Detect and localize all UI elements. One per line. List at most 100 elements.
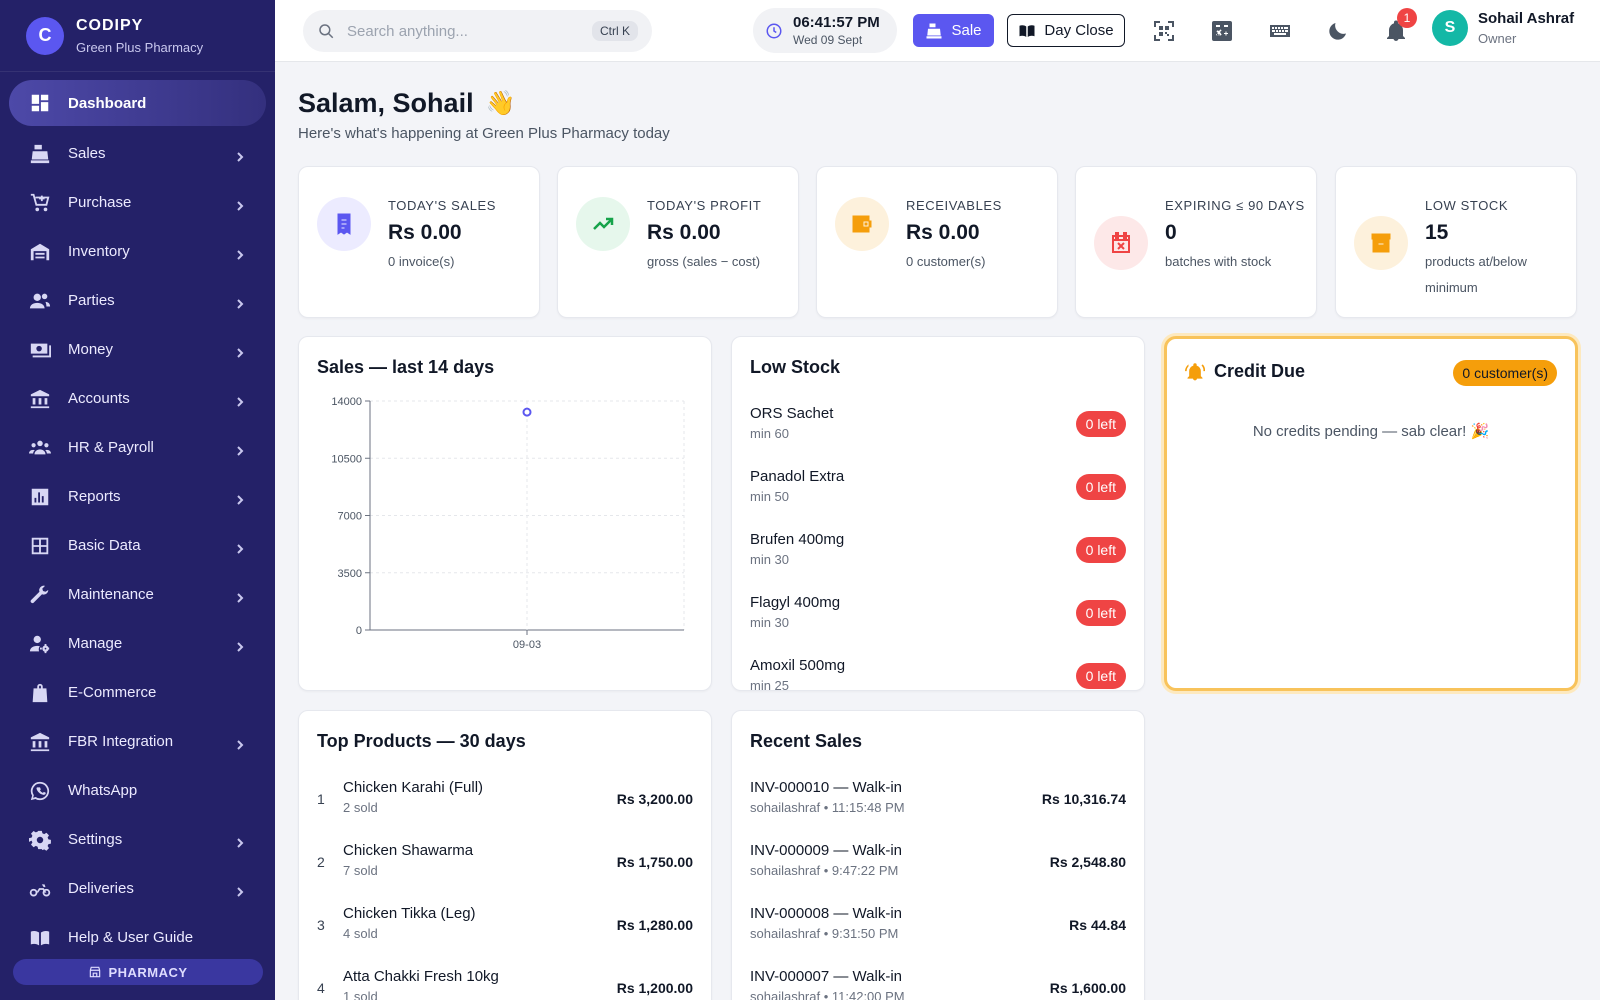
- product-name: Panadol Extra: [750, 468, 845, 485]
- stat-card-today-s-profit[interactable]: TODAY'S PROFIT Rs 0.00 gross (sales − cost…: [557, 166, 799, 318]
- sidebar-item-money[interactable]: Money: [0, 325, 275, 374]
- sidebar-item-label: E-Commerce: [68, 684, 157, 701]
- chevron-right-icon: [235, 541, 245, 554]
- recent-sale-row[interactable]: INV-000007 — Walk-in sohailashraf • 11:42…: [750, 968, 1126, 1000]
- sales-chart-card: Sales — last 14 days 14000 10500 7000 3500 0…: [298, 336, 712, 691]
- qr-scan-button[interactable]: [1151, 18, 1177, 44]
- theme-toggle[interactable]: [1325, 18, 1351, 44]
- dashboard-icon: [28, 91, 52, 115]
- invoice-amount: Rs 1,600.00: [1049, 980, 1126, 996]
- stat-card-receivables[interactable]: RECEIVABLES Rs 0.00 0 customer(s): [816, 166, 1058, 318]
- product-name: Atta Chakki Fresh 10kg: [343, 968, 499, 985]
- stat-value: 15: [1425, 221, 1449, 244]
- stat-card-low-stock[interactable]: LOW STOCK 15 products at/below minimum: [1335, 166, 1577, 318]
- notifications-button[interactable]: 1: [1383, 8, 1417, 44]
- sidebar-item-label: Deliveries: [68, 880, 134, 897]
- sidebar-item-hr-payroll[interactable]: HR & Payroll: [0, 423, 275, 472]
- recent-sale-row[interactable]: INV-000010 — Walk-in sohailashraf • 11:15…: [750, 779, 1126, 829]
- sidebar-item-label: Money: [68, 341, 114, 358]
- product-name: ORS Sachet: [750, 405, 834, 422]
- low-stock-row[interactable]: Brufen 400mg min 30 0 left: [750, 531, 1126, 581]
- recent-sale-row[interactable]: INV-000008 — Walk-in sohailashraf • 9:31:…: [750, 905, 1126, 955]
- product-amount: Rs 1,750.00: [616, 854, 693, 870]
- sidebar-item-settings[interactable]: Settings: [0, 815, 275, 864]
- bell-ring-icon: [1185, 362, 1205, 380]
- chevron-right-icon: [235, 443, 245, 456]
- chevron-right-icon: [235, 639, 245, 652]
- chevron-right-icon: [235, 590, 245, 603]
- sidebar-item-label: HR & Payroll: [68, 439, 154, 456]
- book-icon: [1019, 24, 1035, 37]
- stat-label: LOW STOCK: [1425, 198, 1509, 213]
- stat-label: TODAY'S SALES: [388, 198, 497, 213]
- stock-left-badge: 0 left: [1075, 600, 1126, 626]
- greeting-subtitle: Here's what's happening at Green Plus Ph…: [298, 125, 670, 142]
- sidebar-item-parties[interactable]: Parties: [0, 276, 275, 325]
- invoice-amount: Rs 44.84: [1069, 917, 1126, 933]
- keyboard-shortcuts-button[interactable]: [1267, 18, 1293, 44]
- sidebar-item-help-user-guide[interactable]: Help & User Guide: [0, 913, 275, 962]
- user-gear-icon: [28, 632, 52, 656]
- sidebar-item-label: WhatsApp: [68, 782, 138, 799]
- low-stock-row[interactable]: Panadol Extra min 50 0 left: [750, 468, 1126, 518]
- top-product-row[interactable]: 1 Chicken Karahi (Full) 2 sold Rs 3,200.00: [317, 779, 693, 829]
- recent-sales-title: Recent Sales: [750, 731, 863, 751]
- product-rank: 2: [317, 854, 325, 870]
- top-product-row[interactable]: 3 Chicken Tikka (Leg) 4 sold Rs 1,280.00: [317, 905, 693, 955]
- stat-card-today-s-sales[interactable]: TODAY'S SALES Rs 0.00 0 invoice(s): [298, 166, 540, 318]
- wallet-icon: [835, 197, 889, 251]
- y-tick-label: 7000: [338, 511, 362, 523]
- invoice-amount: Rs 2,548.80: [1049, 854, 1126, 870]
- clock-icon: [766, 23, 782, 38]
- sidebar-item-maintenance[interactable]: Maintenance: [0, 570, 275, 619]
- sale-button[interactable]: Sale: [913, 14, 994, 47]
- y-tick-label: 14000: [331, 396, 362, 408]
- team-icon: [28, 436, 52, 460]
- top-header: Ctrl K 06:41:57 PM Wed 09 Sept Sale Day …: [275, 0, 1600, 62]
- search-icon: [319, 24, 334, 39]
- sidebar-item-deliveries[interactable]: Deliveries: [0, 864, 275, 913]
- low-stock-card: Low Stock ORS Sachet min 60 0 left Panadol …: [731, 336, 1145, 691]
- sidebar-item-manage[interactable]: Manage: [0, 619, 275, 668]
- search-bar[interactable]: Ctrl K: [303, 10, 652, 52]
- low-stock-row[interactable]: Amoxil 500mg min 25 0 left: [750, 657, 1126, 690]
- product-name: Chicken Tikka (Leg): [343, 905, 476, 922]
- brand-subtitle: Green Plus Pharmacy: [76, 39, 204, 55]
- day-close-button[interactable]: Day Close: [1007, 14, 1125, 47]
- low-stock-row[interactable]: ORS Sachet min 60 0 left: [750, 405, 1126, 455]
- low-stock-row[interactable]: Flagyl 400mg min 30 0 left: [750, 594, 1126, 644]
- top-products-title: Top Products — 30 days: [317, 731, 526, 751]
- calculator-button[interactable]: [1209, 18, 1235, 44]
- sidebar-item-label: Sales: [68, 145, 106, 162]
- search-input[interactable]: [347, 22, 587, 40]
- product-min: min 50: [750, 489, 790, 504]
- sidebar-item-e-commerce[interactable]: E-Commerce: [0, 668, 275, 717]
- sidebar-item-purchase[interactable]: Purchase: [0, 178, 275, 227]
- clock: 06:41:57 PM Wed 09 Sept: [753, 8, 897, 53]
- sidebar-item-label: Help & User Guide: [68, 929, 194, 946]
- sidebar-item-dashboard[interactable]: Dashboard: [9, 80, 266, 126]
- top-product-row[interactable]: 4 Atta Chakki Fresh 10kg 1 sold Rs 1,200.00: [317, 968, 693, 1000]
- waving-hand-icon: 👋: [485, 90, 516, 117]
- product-name: Chicken Shawarma: [343, 842, 474, 859]
- stat-card-expiring-90-days[interactable]: EXPIRING ≤ 90 DAYS 0 batches with stock: [1075, 166, 1317, 318]
- bank-icon: [28, 387, 52, 411]
- sidebar-item-basic-data[interactable]: Basic Data: [0, 521, 275, 570]
- sidebar-item-accounts[interactable]: Accounts: [0, 374, 275, 423]
- sidebar-item-sales[interactable]: Sales: [0, 129, 275, 178]
- top-product-row[interactable]: 2 Chicken Shawarma 7 sold Rs 1,750.00: [317, 842, 693, 892]
- clock-time: 06:41:57 PM: [793, 14, 880, 31]
- sidebar-item-reports[interactable]: Reports: [0, 472, 275, 521]
- calculator-icon: [1212, 21, 1232, 41]
- sidebar-item-label: Reports: [68, 488, 121, 505]
- user-menu[interactable]: S Sohail Ashraf Owner: [1432, 10, 1574, 46]
- credit-due-badge[interactable]: 0 customer(s): [1453, 360, 1557, 386]
- sidebar-item-inventory[interactable]: Inventory: [0, 227, 275, 276]
- recent-sale-row[interactable]: INV-000009 — Walk-in sohailashraf • 9:47:…: [750, 842, 1126, 892]
- sidebar-item-fbr-integration[interactable]: FBR Integration: [0, 717, 275, 766]
- sidebar-nav: Dashboard Sales Purchase Inventory Parties Mo…: [0, 72, 275, 962]
- product-name: Brufen 400mg: [750, 531, 845, 548]
- money-icon: [28, 338, 52, 362]
- product-sold: 7 sold: [343, 863, 378, 878]
- sidebar-item-whatsapp[interactable]: WhatsApp: [0, 766, 275, 815]
